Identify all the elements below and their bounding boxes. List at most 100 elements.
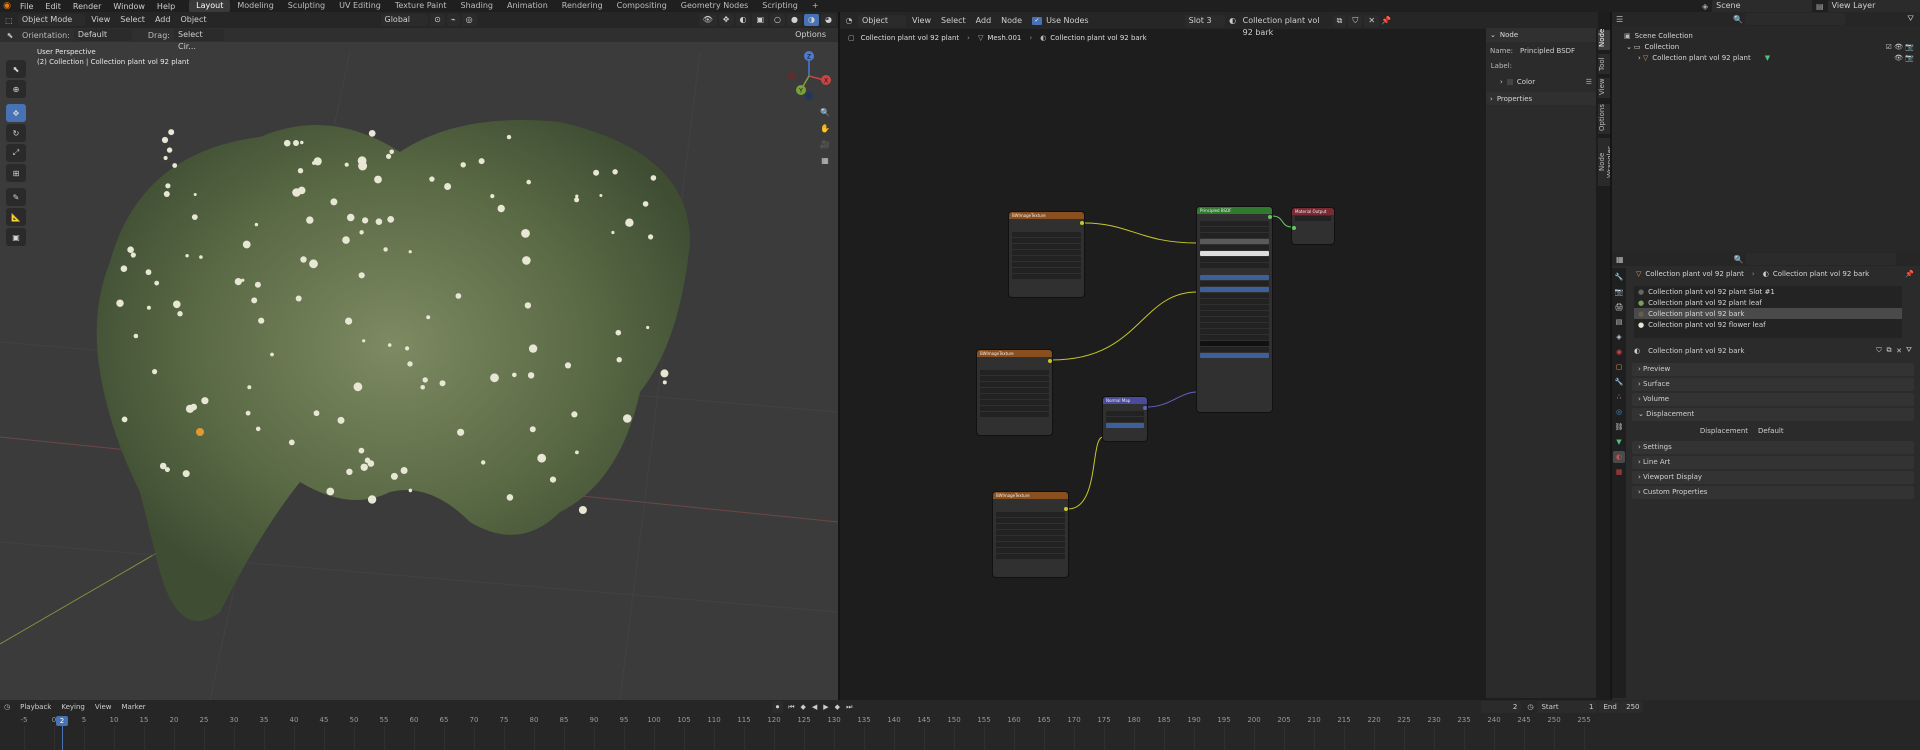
material-name-field[interactable]: Collection plant vol 92 bark [1644, 344, 1872, 357]
menu-select[interactable]: Select [116, 14, 149, 26]
tab-shading[interactable]: Shading [453, 0, 500, 12]
menu-file[interactable]: File [14, 2, 39, 11]
blender-logo-icon[interactable]: ◉ [0, 1, 14, 11]
visibility-icon[interactable]: 👁 📷 [1894, 54, 1914, 62]
outliner[interactable]: ☰ 🔍 ⛛ ▣ Scene Collection ⌄ ▭ Collection … [1612, 12, 1920, 252]
panel-settings[interactable]: › Settings [1632, 441, 1914, 454]
node-header[interactable]: BWImageTexture [993, 492, 1068, 499]
sidebar-tab-tool[interactable]: Tool [1598, 54, 1610, 74]
object-tab-icon[interactable]: ▢ [1613, 361, 1625, 373]
output-socket[interactable] [1064, 507, 1068, 511]
menu-window[interactable]: Window [107, 2, 151, 11]
rotate-tool-icon[interactable]: ↻ [6, 124, 26, 142]
annotate-tool-icon[interactable]: ✎ [6, 188, 26, 206]
duplicate-icon[interactable]: ⧉ [1884, 346, 1894, 355]
view-layer-tab-icon[interactable]: ▤ [1613, 316, 1625, 328]
output-tab-icon[interactable]: 🖨 [1613, 301, 1625, 313]
material-tab-icon[interactable]: ◐ [1613, 451, 1625, 463]
tab-texture-paint[interactable]: Texture Paint [388, 0, 454, 12]
editor-type-icon[interactable]: ⬚ [0, 16, 18, 25]
tab-sculpting[interactable]: Sculpting [281, 0, 332, 12]
proportional-edit-icon[interactable]: ◎ [461, 14, 477, 26]
output-socket[interactable] [1268, 215, 1272, 219]
sidebar-tab-options[interactable]: Options [1598, 104, 1610, 134]
node-header[interactable]: Normal Map [1103, 397, 1147, 404]
modifier-tab-icon[interactable]: 🔧 [1613, 376, 1625, 388]
output-socket[interactable] [1048, 359, 1052, 363]
principled-bsdf-node[interactable]: Principled BSDF [1197, 207, 1272, 412]
mode-dropdown[interactable]: Object Mode [17, 14, 86, 26]
active-tool-icon[interactable]: ⬉ [0, 31, 20, 40]
camera-view-icon[interactable]: 🎥 [818, 136, 832, 152]
snap-icon[interactable]: ⌁ [446, 14, 460, 26]
texture-tab-icon[interactable]: ▦ [1613, 466, 1625, 478]
normal-map-node[interactable]: Normal Map [1103, 397, 1147, 441]
output-socket[interactable] [1080, 221, 1084, 225]
shading-rendered-icon[interactable]: ◕ [821, 14, 836, 26]
filter-icon[interactable]: ⛛ [1904, 346, 1914, 355]
shader-node-editor[interactable]: ◔ Object View Select Add Node ✓ Use Node… [840, 12, 1598, 700]
tab-modeling[interactable]: Modeling [230, 0, 280, 12]
menu-help[interactable]: Help [151, 2, 181, 11]
tree-item-object[interactable]: › ▽ Collection plant vol 92 plant ▼ 👁 📷 [1612, 52, 1920, 63]
image-texture-node-normal[interactable]: BWImageTexture [993, 492, 1068, 577]
checkbox-icon[interactable]: ☑ 👁 📷 [1886, 43, 1914, 51]
scene-tab-icon[interactable]: ◈ [1613, 331, 1625, 343]
material-browse-icon[interactable]: ◐ [1634, 347, 1640, 355]
properties-search-input[interactable] [1745, 253, 1896, 265]
add-cube-tool-icon[interactable]: ▣ [6, 228, 26, 246]
panel-custom-properties[interactable]: › Custom Properties [1632, 486, 1914, 499]
menu-view[interactable]: View [87, 14, 114, 26]
shading-solid-icon[interactable]: ● [787, 14, 803, 26]
outliner-search-input[interactable] [1745, 13, 1846, 25]
world-tab-icon[interactable]: ◉ [1613, 346, 1625, 358]
node-header[interactable]: Material Output [1292, 208, 1334, 215]
slot-item-selected[interactable]: ● Collection plant vol 92 bark [1634, 308, 1902, 319]
physics-tab-icon[interactable]: ◎ [1613, 406, 1625, 418]
zoom-icon[interactable]: 🔍 [818, 104, 832, 120]
panel-volume[interactable]: › Volume [1632, 393, 1914, 406]
cursor-tool-icon[interactable]: ⊕ [6, 80, 26, 98]
playhead[interactable]: 2 [56, 716, 68, 726]
slot-item[interactable]: ● Collection plant vol 92 plant leaf [1634, 297, 1902, 308]
node-header[interactable]: Principled BSDF [1197, 207, 1272, 214]
pin-icon[interactable]: 📌 [1905, 270, 1914, 278]
unlink-icon[interactable]: ✕ [1894, 347, 1904, 355]
panel-line-art[interactable]: › Line Art [1632, 456, 1914, 469]
panel-viewport-display[interactable]: › Viewport Display [1632, 471, 1914, 484]
pivot-icon[interactable]: ⊙ [430, 14, 445, 26]
tree-item-scene-collection[interactable]: ▣ Scene Collection [1612, 30, 1920, 41]
orientation-dropdown[interactable]: Default [73, 29, 132, 41]
color-row[interactable]: › Color ☰ [1500, 78, 1592, 86]
tab-scripting[interactable]: Scripting [755, 0, 805, 12]
properties-type-icon[interactable]: ▦ [1616, 255, 1624, 264]
shading-wireframe-icon[interactable]: ○ [770, 14, 786, 26]
pan-icon[interactable]: ✋ [818, 120, 832, 136]
slot-item[interactable]: ● Collection plant vol 92 plant Slot #1 [1634, 286, 1902, 297]
properties-panel-header[interactable]: › Properties [1486, 92, 1596, 105]
gizmo-toggle-icon[interactable]: ✥ [718, 14, 734, 26]
visibility-icon[interactable]: 👁 [698, 14, 717, 26]
menu-edit[interactable]: Edit [39, 2, 67, 11]
tree-item-collection[interactable]: ⌄ ▭ Collection ☑ 👁 📷 [1612, 41, 1920, 52]
timeline[interactable]: ◷ Playback Keying View Marker ⏺ ⏮ ◆ ◀ ▶ … [0, 700, 1920, 750]
output-socket[interactable] [1143, 406, 1147, 410]
view-layer-field[interactable]: View Layer [1827, 0, 1920, 12]
sidebar-tab-node[interactable]: Node [1598, 29, 1610, 50]
properties-editor[interactable]: ▦ 🔍 ▽ Collection plant vol 92 plant › ◐ … [1612, 252, 1920, 700]
sidebar-tab-node-wrangler[interactable]: Node Wrangler [1598, 138, 1614, 186]
panel-preview[interactable]: › Preview [1632, 363, 1914, 376]
scene-selector[interactable]: ◈ Scene [1702, 0, 1814, 12]
constraints-tab-icon[interactable]: ⛓ [1613, 421, 1625, 433]
slot-item[interactable]: ● Collection plant vol 92 flower leaf [1634, 319, 1902, 330]
filter-icon[interactable]: ⛛ [1907, 14, 1914, 24]
move-tool-icon[interactable]: ✥ [6, 104, 26, 122]
navigation-gizmo[interactable]: Z X Y [784, 46, 834, 106]
data-tab-icon[interactable]: ▼ [1613, 436, 1625, 448]
menu-object[interactable]: Object [176, 14, 210, 26]
displacement-dropdown[interactable]: Default [1754, 425, 1912, 437]
add-workspace-button[interactable]: + [805, 0, 826, 12]
view-layer-selector[interactable]: ▤ View Layer [1816, 0, 1920, 12]
tab-animation[interactable]: Animation [500, 0, 555, 12]
overlay-toggle-icon[interactable]: ◐ [735, 14, 751, 26]
